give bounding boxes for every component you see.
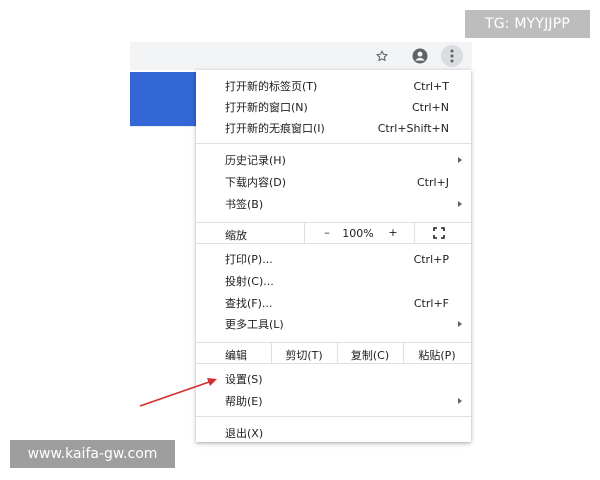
- menu-item-shortcut: Ctrl+F: [413, 296, 449, 310]
- page-header-band: [130, 72, 196, 126]
- watermark-site: www.kaifa-gw.com: [10, 440, 175, 468]
- menu-separator: [196, 416, 471, 417]
- menu-item-label: 打开新的标签页(T): [225, 80, 318, 93]
- zoom-in-button[interactable]: +: [386, 226, 400, 239]
- edit-row: 编辑 剪切(T) 复制(C) 粘贴(P): [196, 342, 471, 364]
- menu-separator: [196, 143, 471, 144]
- zoom-row: 缩放 – 100% +: [196, 222, 471, 244]
- submenu-arrow-icon: [458, 157, 462, 163]
- submenu-arrow-icon: [458, 398, 462, 404]
- chrome-main-menu: 打开新的标签页(T) Ctrl+T 打开新的窗口(N) Ctrl+N 打开新的无…: [196, 70, 471, 442]
- menu-item-label: 打开新的无痕窗口(I): [225, 122, 325, 135]
- menu-item-more-tools[interactable]: 更多工具(L): [196, 314, 471, 334]
- menu-item-find[interactable]: 查找(F)... Ctrl+F: [196, 293, 471, 313]
- menu-item-bookmarks[interactable]: 书签(B): [196, 194, 471, 214]
- star-icon[interactable]: [372, 46, 392, 66]
- menu-item-exit[interactable]: 退出(X): [196, 423, 471, 442]
- menu-item-label: 书签(B): [225, 198, 264, 211]
- menu-item-shortcut: Ctrl+P: [413, 252, 449, 266]
- zoom-out-button[interactable]: –: [320, 226, 334, 239]
- menu-item-label: 打开新的窗口(N): [225, 101, 308, 114]
- zoom-value: 100%: [342, 227, 374, 240]
- menu-item-label: 更多工具(L): [225, 318, 284, 331]
- menu-item-shortcut: Ctrl+Shift+N: [377, 121, 449, 135]
- menu-item-label: 设置(S): [225, 373, 263, 386]
- menu-item-shortcut: Ctrl+T: [413, 79, 449, 93]
- kebab-menu-icon[interactable]: [441, 45, 463, 67]
- menu-item-shortcut: Ctrl+J: [416, 175, 449, 189]
- account-icon[interactable]: [410, 46, 430, 66]
- menu-item-label: 打印(P)...: [225, 253, 273, 266]
- edit-label: 编辑: [225, 349, 247, 362]
- menu-item-shortcut: Ctrl+N: [411, 100, 449, 114]
- menu-item-new-incognito-window[interactable]: 打开新的无痕窗口(I) Ctrl+Shift+N: [196, 118, 471, 138]
- menu-item-label: 帮助(E): [225, 395, 263, 408]
- menu-item-history[interactable]: 历史记录(H): [196, 150, 471, 170]
- fullscreen-icon[interactable]: [433, 227, 445, 239]
- zoom-divider: [304, 223, 305, 243]
- zoom-label: 缩放: [225, 229, 247, 242]
- submenu-arrow-icon: [458, 321, 462, 327]
- menu-item-new-tab[interactable]: 打开新的标签页(T) Ctrl+T: [196, 76, 471, 96]
- menu-item-cast[interactable]: 投射(C)...: [196, 271, 471, 291]
- menu-item-downloads[interactable]: 下载内容(D) Ctrl+J: [196, 172, 471, 192]
- red-arrow-annotation: [139, 378, 217, 407]
- cut-button[interactable]: 剪切(T): [271, 347, 337, 363]
- menu-item-label: 下载内容(D): [225, 176, 287, 189]
- paste-button[interactable]: 粘贴(P): [403, 347, 471, 363]
- menu-item-new-window[interactable]: 打开新的窗口(N) Ctrl+N: [196, 97, 471, 117]
- zoom-divider: [414, 223, 415, 243]
- menu-item-settings[interactable]: 设置(S): [196, 369, 471, 389]
- copy-button[interactable]: 复制(C): [337, 347, 403, 363]
- menu-item-help[interactable]: 帮助(E): [196, 391, 471, 411]
- menu-item-label: 退出(X): [225, 427, 264, 440]
- watermark-badge: TG: MYYJJPP: [465, 10, 590, 38]
- menu-item-label: 历史记录(H): [225, 154, 286, 167]
- browser-toolbar: [130, 42, 472, 70]
- menu-item-label: 查找(F)...: [225, 297, 273, 310]
- page-divider: [130, 126, 196, 127]
- submenu-arrow-icon: [458, 201, 462, 207]
- menu-item-label: 投射(C)...: [225, 275, 274, 288]
- menu-item-print[interactable]: 打印(P)... Ctrl+P: [196, 249, 471, 269]
